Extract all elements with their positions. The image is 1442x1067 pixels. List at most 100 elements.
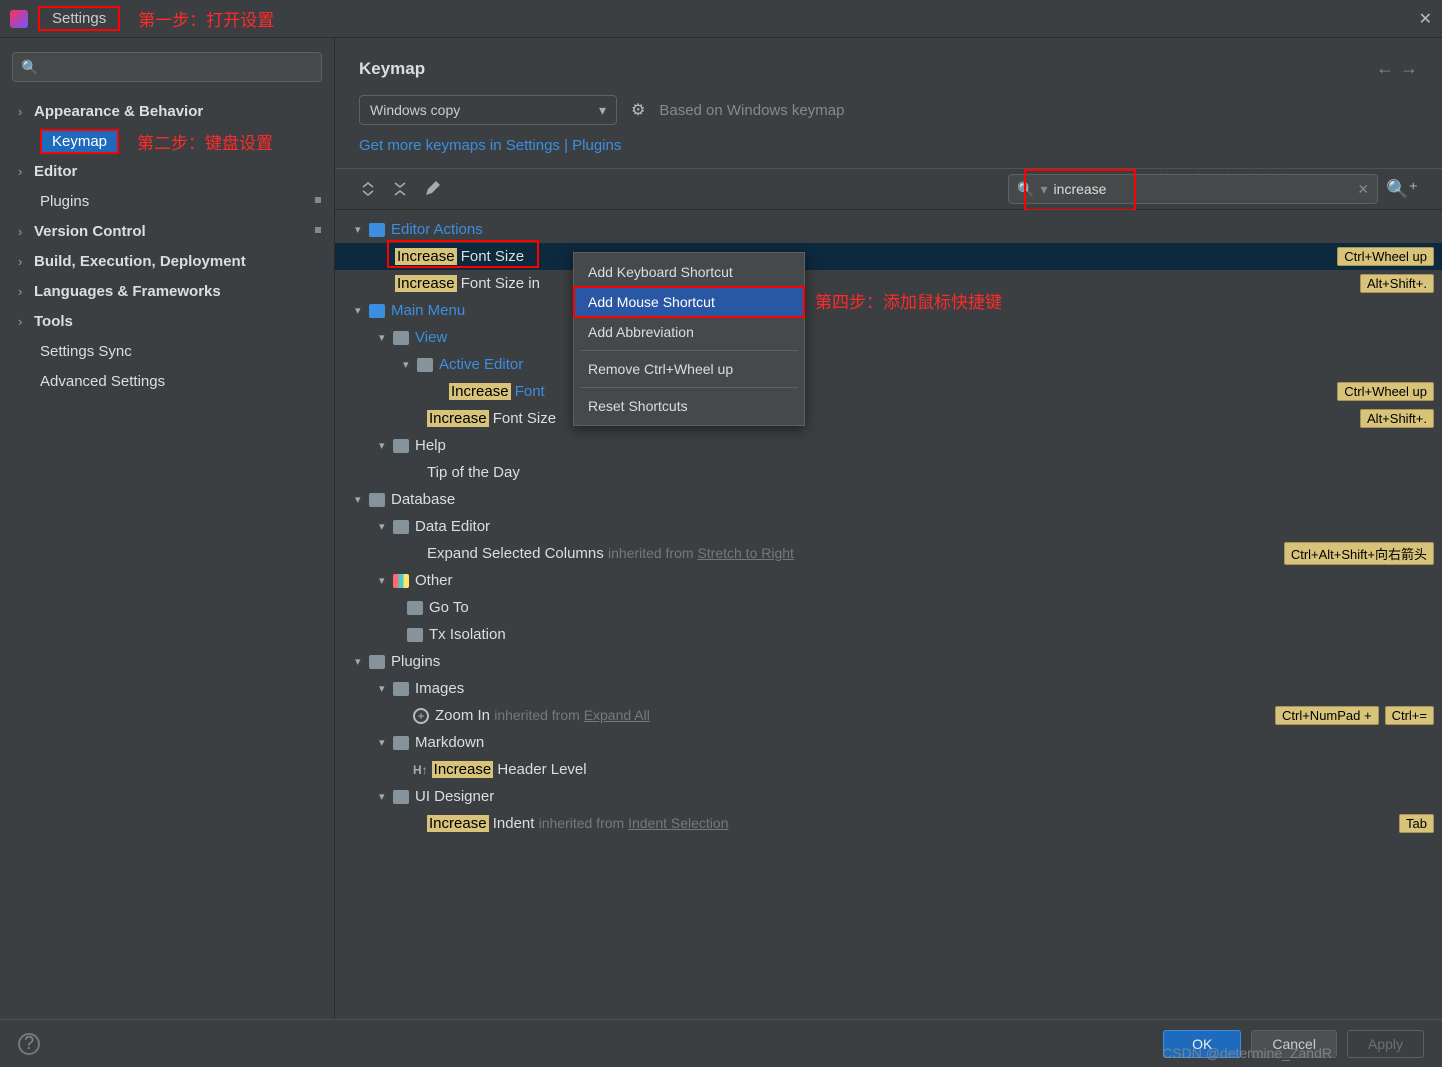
tree-group-main-menu[interactable]: ▾Main Menu xyxy=(335,297,1442,324)
folder-icon xyxy=(393,520,409,534)
nav-keymap[interactable]: Keymap 第二步：键盘设置 xyxy=(0,126,334,156)
tree-group-view[interactable]: ▾View xyxy=(335,324,1442,351)
titlebar: Settings 第一步：打开设置 ✕ xyxy=(0,0,1442,38)
ctx-remove-shortcut[interactable]: Remove Ctrl+Wheel up xyxy=(574,354,804,384)
nav-appearance-behavior[interactable]: ›Appearance & Behavior xyxy=(0,96,334,126)
action-tip-of-day[interactable]: Tip of the Day xyxy=(335,459,1442,486)
tree-group-help[interactable]: ▾Help xyxy=(335,432,1442,459)
shortcut-badge: Tab xyxy=(1399,814,1434,833)
action-ae-increase-font[interactable]: Increase Font Ctrl+Wheel up xyxy=(335,378,1442,405)
ctx-add-abbreviation[interactable]: Add Abbreviation xyxy=(574,317,804,347)
folder-icon xyxy=(417,358,433,372)
settings-sidebar: 🔍 ›Appearance & Behavior Keymap 第二步：键盘设置… xyxy=(0,38,335,1019)
action-search-input[interactable]: 🔍 ▾ increase ✕ xyxy=(1008,174,1378,204)
based-on-text: Based on Windows keymap xyxy=(659,102,844,119)
app-icon xyxy=(10,10,28,28)
forward-icon[interactable]: → xyxy=(1400,58,1418,79)
nav-languages-frameworks[interactable]: ›Languages & Frameworks xyxy=(0,276,334,306)
action-increase-font-size[interactable]: Increase Font Size Add Keyboard Shortcut… xyxy=(335,243,1442,270)
shortcut-badge: Alt+Shift+. xyxy=(1360,274,1434,293)
nav-plugins[interactable]: Plugins xyxy=(0,186,334,216)
tree-group-plugins[interactable]: ▾Plugins xyxy=(335,648,1442,675)
modified-indicator-icon xyxy=(312,224,324,239)
clear-icon[interactable]: ✕ xyxy=(1357,181,1369,198)
keymap-select[interactable]: Windows copy ▾ xyxy=(359,95,617,125)
nav-build-execution[interactable]: ›Build, Execution, Deployment xyxy=(0,246,334,276)
action-increase-indent[interactable]: Increase Indent inherited from Indent Se… xyxy=(335,810,1442,837)
separator xyxy=(580,387,798,388)
expand-all-icon[interactable] xyxy=(359,180,377,198)
shortcut-badge: Ctrl+= xyxy=(1385,706,1434,725)
shortcut-badge: Alt+Shift+. xyxy=(1360,409,1434,428)
tree-group-ui-designer[interactable]: ▾UI Designer xyxy=(335,783,1442,810)
tree-group-goto[interactable]: Go To xyxy=(335,594,1442,621)
nav-version-control[interactable]: ›Version Control xyxy=(0,216,334,246)
tree-group-tx-isolation[interactable]: Tx Isolation xyxy=(335,621,1442,648)
get-more-keymaps-link[interactable]: Get more keymaps in Settings | Plugins xyxy=(359,137,621,154)
tree-group-images[interactable]: ▾Images xyxy=(335,675,1442,702)
window-title-box: Settings xyxy=(38,6,120,31)
folder-icon xyxy=(369,655,385,669)
tree-group-data-editor[interactable]: ▾Data Editor xyxy=(335,513,1442,540)
keymap-tree: ▾Editor Actions Increase Font Size Add K… xyxy=(335,210,1442,1019)
folder-icon xyxy=(393,736,409,750)
tree-group-other[interactable]: ▾Other xyxy=(335,567,1442,594)
folder-icon xyxy=(369,304,385,318)
context-menu: Add Keyboard Shortcut Add Mouse Shortcut… xyxy=(573,252,805,426)
window-title: Settings xyxy=(52,10,106,27)
filter-icon[interactable]: ▾ xyxy=(1041,181,1048,198)
help-icon[interactable]: ? xyxy=(18,1033,40,1055)
separator xyxy=(580,350,798,351)
tree-group-editor-actions[interactable]: ▾Editor Actions xyxy=(335,216,1442,243)
folder-icon xyxy=(407,601,423,615)
folder-icon xyxy=(393,682,409,696)
ctx-add-keyboard-shortcut[interactable]: Add Keyboard Shortcut xyxy=(574,257,804,287)
header-icon: H↑ xyxy=(413,763,428,777)
close-icon[interactable]: ✕ xyxy=(1419,9,1432,29)
shortcut-badge: Ctrl+Wheel up xyxy=(1337,247,1434,266)
settings-nav: ›Appearance & Behavior Keymap 第二步：键盘设置 ›… xyxy=(0,92,334,400)
tree-group-markdown[interactable]: ▾Markdown xyxy=(335,729,1442,756)
zoom-in-icon: + xyxy=(413,708,429,724)
keymap-select-value: Windows copy xyxy=(370,102,460,118)
back-icon[interactable]: ← xyxy=(1376,58,1394,79)
action-search-value: increase xyxy=(1054,181,1107,197)
nav-tools[interactable]: ›Tools xyxy=(0,306,334,336)
action-expand-selected-columns[interactable]: Expand Selected Columns inherited from S… xyxy=(335,540,1442,567)
watermark: CSDN @determine_ZandR xyxy=(1162,1045,1332,1061)
sidebar-search-input[interactable]: 🔍 xyxy=(12,52,322,82)
nav-editor[interactable]: ›Editor xyxy=(0,156,334,186)
search-icon: 🔍 xyxy=(1017,181,1034,198)
keymap-toolbar: 🔍 ▾ increase ✕ 🔍⁺ xyxy=(335,168,1442,210)
nav-advanced-settings[interactable]: Advanced Settings xyxy=(0,366,334,396)
folder-icon xyxy=(393,331,409,345)
action-ae-increase-font-size[interactable]: Increase Font SizeAlt+Shift+. xyxy=(335,405,1442,432)
find-shortcut-icon[interactable]: 🔍⁺ xyxy=(1386,179,1418,200)
chevron-down-icon: ▾ xyxy=(599,102,606,119)
folder-icon xyxy=(393,439,409,453)
action-zoom-in[interactable]: +Zoom In inherited from Expand AllCtrl+N… xyxy=(335,702,1442,729)
apply-button[interactable]: Apply xyxy=(1347,1030,1424,1058)
nav-settings-sync[interactable]: Settings Sync xyxy=(0,336,334,366)
modified-indicator-icon xyxy=(312,194,324,209)
ctx-reset-shortcuts[interactable]: Reset Shortcuts xyxy=(574,391,804,421)
action-increase-header-level[interactable]: H↑Increase Header Level xyxy=(335,756,1442,783)
action-increase-font-size-split[interactable]: Increase Font Size inAlt+Shift+. xyxy=(335,270,1442,297)
edit-icon[interactable] xyxy=(423,180,441,198)
annotation-step2: 第二步：键盘设置 xyxy=(137,129,273,154)
main-panel: Keymap ← → Windows copy ▾ ⚙ Based on Win… xyxy=(335,38,1442,1019)
shortcut-badge: Ctrl+Wheel up xyxy=(1337,382,1434,401)
search-icon: 🔍 xyxy=(21,59,38,76)
tree-group-database[interactable]: ▾Database xyxy=(335,486,1442,513)
shortcut-badge: Ctrl+NumPad + xyxy=(1275,706,1379,725)
folder-icon xyxy=(393,574,409,588)
folder-icon xyxy=(369,223,385,237)
collapse-all-icon[interactable] xyxy=(391,180,409,198)
gear-icon[interactable]: ⚙ xyxy=(631,100,645,120)
tree-group-active-editor[interactable]: ▾Active Editor xyxy=(335,351,1442,378)
ctx-add-mouse-shortcut[interactable]: Add Mouse Shortcut xyxy=(574,287,804,317)
folder-icon xyxy=(407,628,423,642)
folder-icon xyxy=(369,493,385,507)
folder-icon xyxy=(393,790,409,804)
page-title: Keymap xyxy=(359,59,425,79)
